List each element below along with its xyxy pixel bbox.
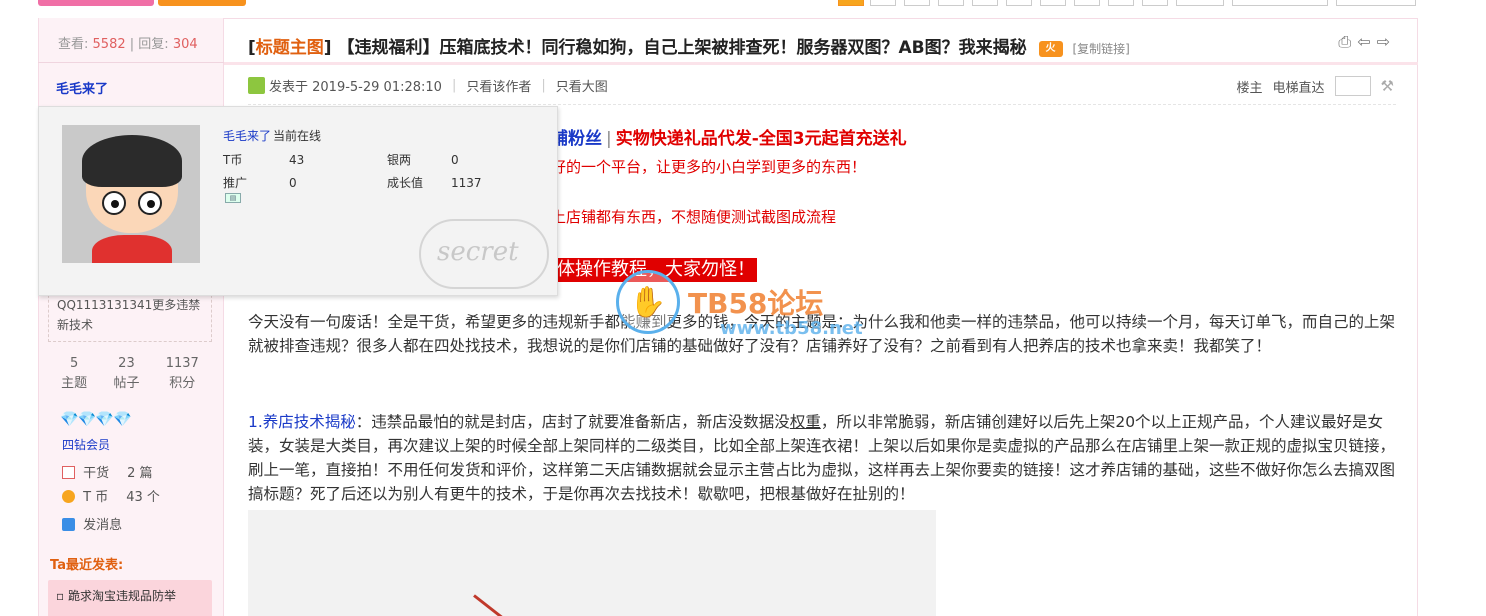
notice-line: 上店铺都有东西，不想随便测试截图成流程 [551,208,837,226]
watermark-url: www.tb58.net [720,318,863,339]
print-icon[interactable]: ⎙ [1338,32,1351,52]
avatar[interactable] [62,125,200,263]
diamond-rank-icon: 💎💎💎💎 [60,410,132,428]
thread-title: 【违规福利】压箱底技术！同行稳如狗，自己上架被排查死！服务器双图？AB图？我来揭… [337,38,1027,58]
only-author-link[interactable]: 只看该作者 [466,76,531,95]
top-orange-button[interactable] [158,0,246,6]
pager-item[interactable] [1040,0,1066,6]
promo-link-red[interactable]: 实物快递礼品代发-全国3元起首充送礼 [616,129,907,149]
divider [224,62,1418,65]
top-pink-button[interactable] [38,0,154,6]
copy-link-button[interactable]: [复制链接] [1072,42,1129,56]
thread-stats: 查看: 5582 | 回复: 304 [58,37,198,52]
post-time: 发表于 2019-5-29 01:28:10 [269,80,442,95]
replies-label: 回复: [138,37,169,52]
pager-item[interactable] [904,0,930,6]
prev-thread-icon[interactable]: ⇦ [1357,32,1370,52]
stat-topics[interactable]: 5 主题 [61,354,87,394]
online-status-icon [248,77,265,94]
section-label: 1.养店技术揭秘 [248,413,356,431]
return-list-button[interactable] [1336,0,1416,6]
ganhuo-row: 干货 2 篇 [62,462,153,481]
pager-item[interactable] [1142,0,1168,6]
next-thread-icon[interactable]: ⇨ [1377,32,1390,52]
popup-stats: T币 43 银两 0 推广 0 成长值 1137 [223,152,482,191]
elevator-label: 电梯直达 [1272,80,1325,96]
pager-item[interactable] [938,0,964,6]
popup-name-link[interactable]: 毛毛来了 [223,129,271,143]
stat-posts[interactable]: 23 帖子 [113,354,139,394]
pager-item[interactable] [1006,0,1032,6]
page-root: 查看: 5582 | 回复: 304 毛毛来了 QQ1113131341更多违禁… [0,0,1486,616]
post-image[interactable] [248,510,936,616]
divider [38,62,224,63]
wrench-icon[interactable]: ⚒ [1381,77,1394,95]
notice-line: 好的一个平台，让更多的小白学到更多的东西！ [551,158,867,176]
title-tools: ⎙ ⇦ ⇨ [1338,32,1390,52]
category-link[interactable]: 标题主图 [256,38,324,58]
author-signature: QQ1113131341更多违禁新技术 [48,290,212,342]
image-arrow [473,594,523,616]
floor-tools: 楼主 电梯直达 ⚒ [1237,76,1394,96]
profile-card-icon[interactable]: ▤ [225,193,241,203]
views-label: 查看: [58,37,89,52]
pager-item[interactable] [1074,0,1100,6]
pager-current[interactable] [838,0,864,6]
divider [248,104,1396,105]
keyword-link[interactable]: 权重 [790,413,821,431]
send-message-link[interactable]: 发消息 [62,514,122,533]
author-name-link[interactable]: 毛毛来了 [56,78,108,97]
stat-points[interactable]: 1137 积分 [166,354,199,394]
post-title: [标题主图] 【违规福利】压箱底技术！同行稳如狗，自己上架被排查死！服务器双图？… [248,38,1130,58]
views-count: 5582 [92,37,126,52]
replies-count: 304 [172,37,198,52]
author-stats: 5 主题 23 帖子 1137 积分 [48,354,212,394]
promo-line: 铺粉丝 | 实物快递礼品代发-全国3元起首充送礼 [551,129,907,149]
popup-user-name: 毛毛来了 当前在线 [223,127,321,144]
promo-link-blue[interactable]: 铺粉丝 [551,129,602,149]
floor-jump-input[interactable] [1334,76,1371,96]
post-meta: 发表于 2019-5-29 01:28:10 | 只看该作者 | 只看大图 [248,76,608,95]
user-card-popup: 毛毛来了 当前在线 T币 43 银两 0 推广 0 成长值 1137 ▤ secret [38,106,558,296]
post-paragraph: 1.养店技术揭秘：违禁品最怕的就是封店，店封了就要准备新店，新店没数据没权重，所… [248,413,1396,503]
pager-next[interactable] [1176,0,1224,6]
pager-item[interactable] [1108,0,1134,6]
ganhuo-icon [62,466,75,479]
tcoin-row: T 币 43 个 [62,486,160,505]
pager-item[interactable] [870,0,896,6]
hot-icon: 火 [1038,41,1063,57]
mail-icon [62,518,75,531]
only-big-image-link[interactable]: 只看大图 [556,76,608,95]
online-status-text: 当前在线 [273,129,322,143]
pager-jump-input[interactable] [1232,0,1328,6]
floor-label: 楼主 [1236,80,1263,96]
member-level-link[interactable]: 四钻会员 [62,436,110,453]
coin-icon [62,490,75,503]
recent-post-item[interactable]: ▫ 跪求淘宝违规品防举 [48,580,212,616]
recent-posts-title: Ta最近发表: [50,558,124,573]
highlight-banner: 体操作教程，大家勿怪！ [555,258,757,282]
pager-item[interactable] [972,0,998,6]
secret-watermark: secret [419,219,549,289]
